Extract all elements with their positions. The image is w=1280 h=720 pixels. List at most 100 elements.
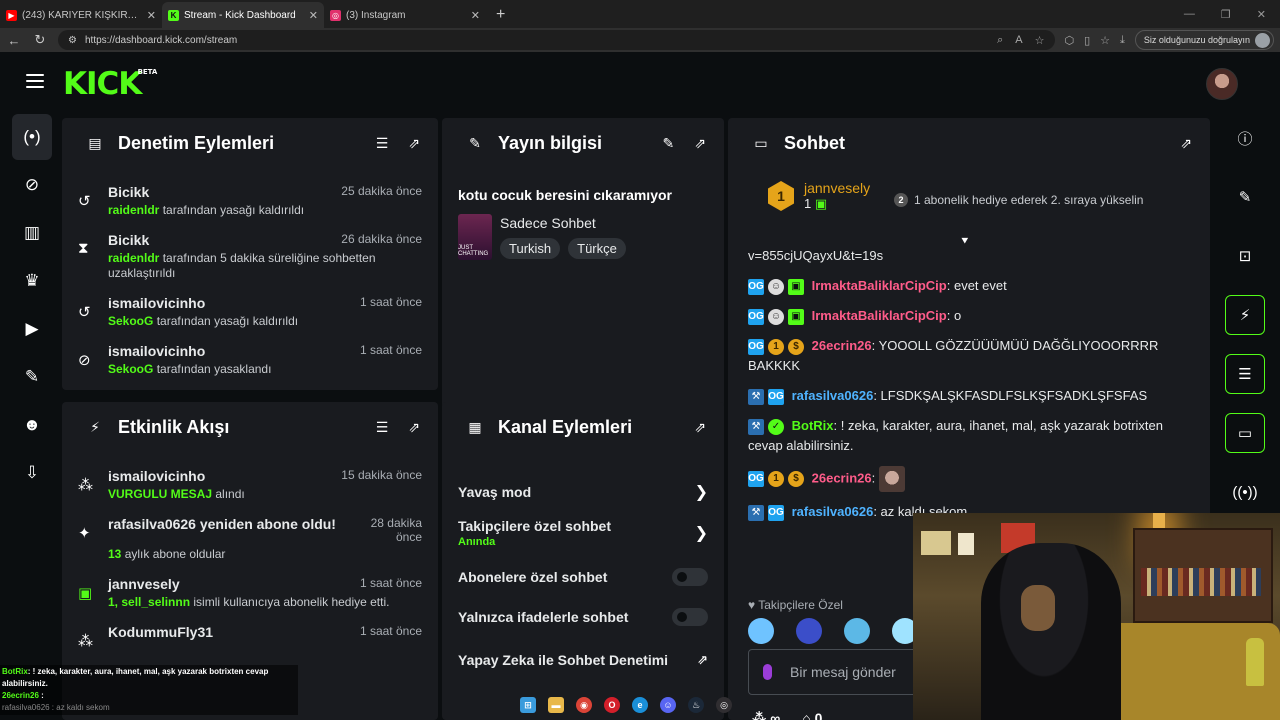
maximize-icon[interactable]: ❐ <box>1221 8 1231 21</box>
site-info-icon[interactable]: ⚙ <box>68 35 77 46</box>
slow-mode-row[interactable]: Yavaş mod ❯ <box>458 482 708 502</box>
moderator-name[interactable]: SekooG <box>108 362 153 376</box>
ban-icon: ⊘ <box>78 352 91 369</box>
filter-icon[interactable]: ☰ <box>376 135 389 152</box>
read-aloud-icon[interactable]: A <box>1015 34 1022 47</box>
url-field[interactable]: ⚙ https://dashboard.kick.com/stream ⌕ A … <box>58 30 1055 50</box>
username[interactable]: ismailovicinho <box>108 295 205 311</box>
windows-start-icon[interactable]: ⊞ <box>520 697 536 713</box>
chat-username[interactable]: 26ecrin26 <box>812 338 872 353</box>
stream-icon[interactable]: (•) <box>12 114 52 160</box>
action-text: tarafından yasağı kaldırıldı <box>159 203 305 217</box>
username[interactable]: Bicikk <box>108 232 149 248</box>
video-icon[interactable]: ▶ <box>12 306 52 352</box>
timestamp: 25 dakika önce <box>341 184 422 198</box>
close-icon[interactable]: ✕ <box>309 9 318 22</box>
chat-username[interactable]: rafasilva0626 <box>792 504 874 519</box>
chat-username[interactable]: BotRix <box>792 418 834 433</box>
split-screen-icon[interactable]: ▯ <box>1084 34 1090 47</box>
panel-title: Etkinlik Akışı <box>118 416 230 437</box>
info-icon[interactable]: ⓘ <box>1225 118 1265 158</box>
subscribers-only-toggle[interactable] <box>672 568 708 586</box>
panel-title: Yayın bilgisi <box>498 132 603 153</box>
leader-username[interactable]: jannvesely <box>804 180 870 196</box>
lightning-icon[interactable]: ⚡ <box>1225 295 1265 335</box>
edit-icon[interactable]: ✎ <box>1225 177 1265 217</box>
close-icon[interactable]: ✕ <box>147 9 156 22</box>
username[interactable]: Bicikk <box>108 184 149 200</box>
log-icon[interactable]: ☰ <box>1225 354 1265 394</box>
new-tab-button[interactable]: + <box>486 2 515 28</box>
store-stat[interactable]: ⌂ 0 <box>802 710 822 720</box>
menu-icon[interactable] <box>26 74 44 88</box>
webcam-overlay <box>913 513 1280 720</box>
chat-username[interactable]: IrmaktaBaliklarCipCip <box>812 308 947 323</box>
moderator-name[interactable]: SekooG <box>108 314 153 328</box>
obs-icon[interactable]: ◎ <box>716 697 732 713</box>
close-icon[interactable]: ✕ <box>471 9 480 22</box>
steam-icon[interactable]: ♨ <box>688 697 704 713</box>
chat-username[interactable]: 26ecrin26 <box>812 470 872 485</box>
emotes-only-row: Yalnızca ifadelerle sohbet <box>458 608 708 626</box>
username[interactable]: ismailovicinho <box>108 468 205 484</box>
popout-icon[interactable]: ⇗ <box>1180 135 1192 152</box>
undo-icon: ↺ <box>78 193 91 210</box>
emote-picker-icon[interactable] <box>763 664 772 680</box>
followers-only-label: Takipçilere Özel <box>758 598 843 612</box>
emote-icon[interactable] <box>748 618 774 644</box>
username[interactable]: ismailovicinho <box>108 343 205 359</box>
close-window-icon[interactable]: ✕ <box>1257 8 1266 21</box>
broadcast-icon[interactable]: ((•)) <box>1225 472 1265 512</box>
back-icon[interactable]: ← <box>6 33 22 48</box>
file-explorer-icon[interactable]: ▬ <box>548 697 564 713</box>
edit-icon[interactable]: ✎ <box>663 135 675 152</box>
chat-footer: ⁂ ∞ ⌂ 0 <box>752 710 822 720</box>
edge-icon[interactable]: e <box>632 697 648 713</box>
emote-icon[interactable] <box>796 618 822 644</box>
username[interactable]: KodummuFly31 <box>108 624 213 640</box>
filter-icon[interactable]: ☰ <box>376 419 389 436</box>
kick-logo[interactable]: KICK BETA <box>63 66 157 102</box>
username[interactable]: jannvesely <box>108 576 180 592</box>
discord-icon[interactable]: ☺ <box>660 697 676 713</box>
chat-icon[interactable]: ▭ <box>1225 413 1265 453</box>
screenshot-icon[interactable]: ⊡ <box>1225 236 1265 276</box>
browser-tab-youtube[interactable]: ▶ (243) KARİYER KIŞKIRTMASI !! - O ✕ <box>0 2 162 28</box>
activity-list: ⁂ ismailovicinho 15 dakika önce VURGULU M… <box>78 468 422 664</box>
category-name: Sadece Sohbet <box>500 215 596 231</box>
upload-icon[interactable]: ⇩ <box>12 450 52 496</box>
popout-icon[interactable]: ⇗ <box>408 419 420 436</box>
reload-icon[interactable]: ↻ <box>32 32 48 48</box>
chrome-icon[interactable]: ◉ <box>576 697 592 713</box>
verify-identity-button[interactable]: Siz olduğunuzu doğrulayın <box>1134 30 1274 50</box>
popout-icon[interactable]: ⇗ <box>694 419 706 436</box>
link-icon[interactable]: ⊘ <box>12 162 52 208</box>
zoom-icon[interactable]: ⌕ <box>997 34 1003 47</box>
profile-avatar[interactable] <box>1206 68 1238 100</box>
minimize-icon[interactable]: — <box>1184 8 1195 20</box>
wrench-icon[interactable]: ✎ <box>12 354 52 400</box>
gifter-badge-icon: $ <box>788 471 804 487</box>
trophy-icon[interactable]: ♛ <box>12 258 52 304</box>
followers-only-row[interactable]: Takipçilere özel sohbet Anında ❯ <box>458 518 708 548</box>
favorites-icon[interactable]: ☆ <box>1100 34 1110 47</box>
extension-icon[interactable]: ⬡ <box>1065 34 1075 47</box>
favorite-star-icon[interactable]: ☆ <box>1035 34 1045 47</box>
moderator-name[interactable]: raidenldr <box>108 203 159 217</box>
popout-icon[interactable]: ⇗ <box>408 135 420 152</box>
popout-icon[interactable]: ⇗ <box>694 135 706 152</box>
opera-icon[interactable]: O <box>604 697 620 713</box>
community-icon[interactable]: ☻ <box>12 402 52 448</box>
emote-icon[interactable] <box>844 618 870 644</box>
ai-moderation-row[interactable]: Yapay Zeka ile Sohbet Denetimi ⇗ <box>458 652 708 668</box>
browser-tab-instagram[interactable]: ◎ (3) Instagram ✕ <box>324 2 486 28</box>
download-icon[interactable]: ⤓ <box>1120 34 1125 47</box>
moderator-name[interactable]: raidenldr <box>108 251 159 265</box>
analytics-icon[interactable]: ▥ <box>12 210 52 256</box>
viewers-stat[interactable]: ⁂ ∞ <box>752 710 780 720</box>
browser-tab-kick[interactable]: K Stream - Kick Dashboard ✕ <box>162 2 324 28</box>
username[interactable]: rafasilva0626 yeniden abone oldu! <box>108 516 336 544</box>
chat-username[interactable]: rafasilva0626 <box>792 388 874 403</box>
emotes-only-toggle[interactable] <box>672 608 708 626</box>
chat-username[interactable]: IrmaktaBaliklarCipCip <box>812 278 947 293</box>
